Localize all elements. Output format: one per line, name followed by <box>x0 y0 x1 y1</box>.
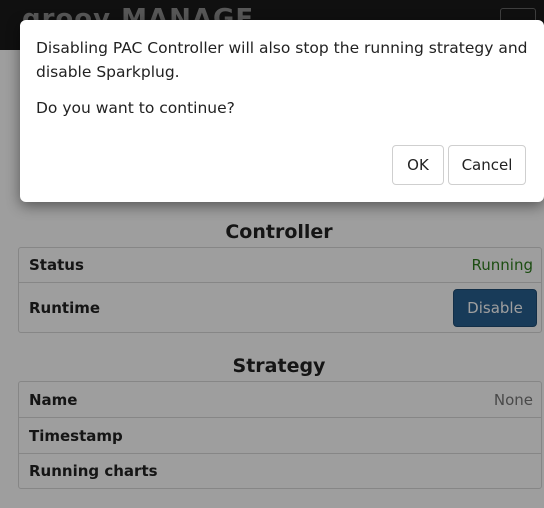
dialog-question: Do you want to continue? <box>36 99 235 117</box>
confirm-dialog: Disabling PAC Controller will also stop … <box>20 20 544 202</box>
cancel-button[interactable]: Cancel <box>448 145 526 185</box>
dialog-message: Disabling PAC Controller will also stop … <box>36 39 528 81</box>
ok-button[interactable]: OK <box>392 145 444 185</box>
dialog-actions: OK Cancel <box>392 145 526 185</box>
